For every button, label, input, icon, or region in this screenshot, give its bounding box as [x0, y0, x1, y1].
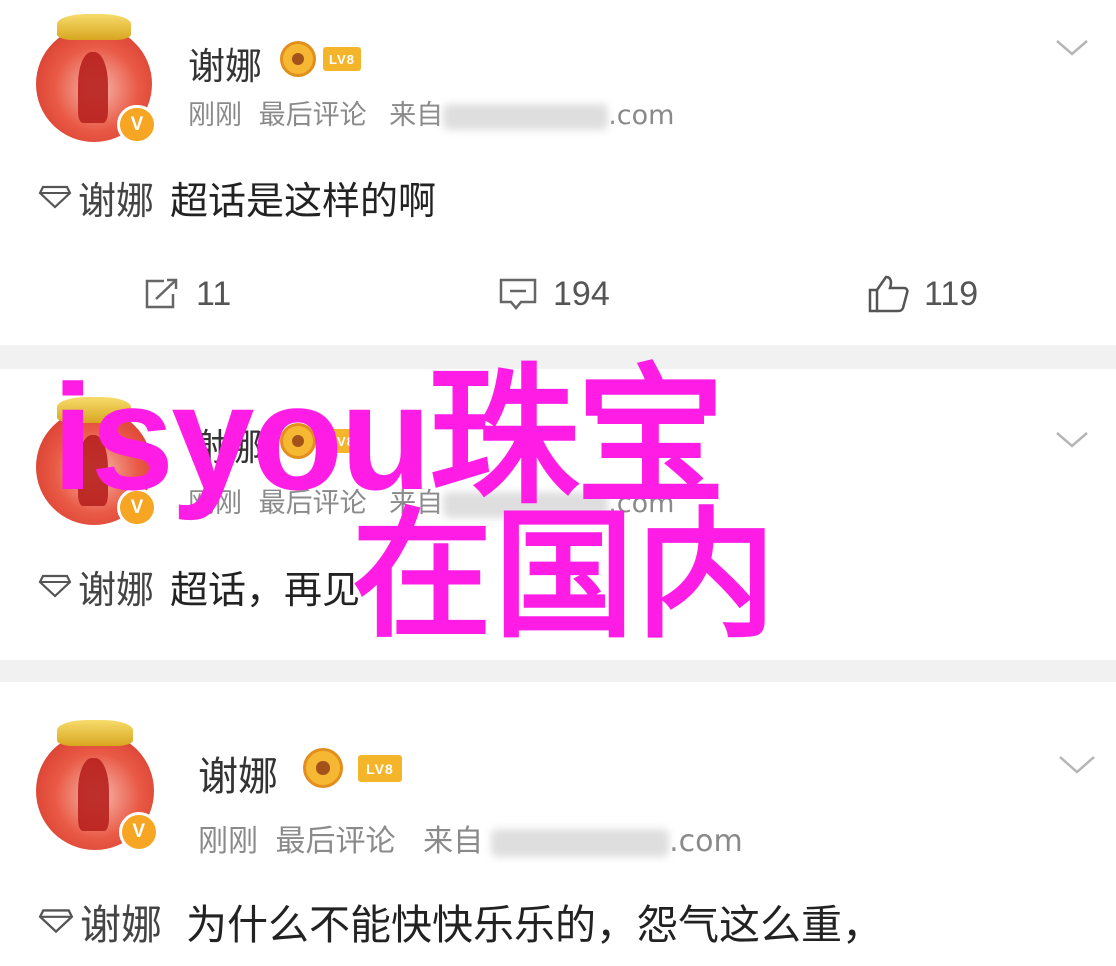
- post-meta: 刚刚 最后评论 来自 .com: [198, 816, 743, 860]
- chevron-down-icon[interactable]: [1058, 754, 1096, 776]
- comment-count: 194: [553, 274, 610, 313]
- super-topic-link[interactable]: 谢娜: [38, 170, 154, 225]
- post-content: 超话，再见: [170, 567, 361, 612]
- post-card: V 谢娜 LV8 刚刚 最后评论 来自 .com 谢娜 超话是这样的啊 11 1…: [0, 0, 1116, 345]
- watermark-title-line1: isyou珠宝: [52, 353, 726, 521]
- comment-icon: [499, 278, 537, 310]
- meta-from: 来自: [423, 824, 484, 859]
- lv-badge: LV8: [358, 755, 402, 782]
- meta-source-suffix: .com: [669, 824, 743, 859]
- post-text: 谢娜 超话，再见: [38, 559, 361, 614]
- meta-action: 最后评论: [275, 824, 396, 859]
- meta-from: 来自: [389, 100, 444, 131]
- like-button[interactable]: 119: [866, 273, 978, 315]
- verified-badge-icon: V: [118, 812, 159, 853]
- meta-time: 刚刚: [188, 100, 242, 131]
- super-topic-label: 谢娜: [78, 178, 155, 223]
- crown-medal-icon: [303, 748, 343, 788]
- super-topic-diamond-icon: [38, 574, 72, 598]
- post-text: 谢娜 超话是这样的啊: [38, 170, 437, 225]
- repost-icon: [145, 278, 178, 309]
- username[interactable]: 谢娜: [188, 36, 262, 90]
- super-topic-link[interactable]: 谢娜: [38, 559, 154, 614]
- post-meta: 刚刚 最后评论 来自 .com: [188, 93, 674, 132]
- comment-button[interactable]: 194: [497, 273, 610, 315]
- super-topic-diamond-icon: [38, 909, 74, 934]
- avatar-figure: [77, 51, 108, 124]
- watermark-title-line2: 在国内: [352, 497, 779, 654]
- crown-decoration-icon: [56, 14, 132, 40]
- post-card: V 谢娜 LV8 刚刚 最后评论 来自 .com 谢娜 为什么不能快快乐乐的，怨气…: [0, 682, 1116, 966]
- verified-badge-icon: V: [117, 104, 157, 145]
- post-text: 谢娜 为什么不能快快乐乐的，怨气这么重，: [38, 891, 883, 951]
- super-topic-diamond-icon: [38, 185, 72, 209]
- avatar-figure: [78, 757, 110, 832]
- meta-action: 最后评论: [258, 100, 367, 131]
- avatar[interactable]: V: [36, 14, 157, 145]
- chevron-down-icon[interactable]: [1055, 430, 1089, 450]
- super-topic-label: 谢娜: [80, 901, 162, 949]
- blurred-source: [491, 828, 670, 857]
- post-separator: [0, 660, 1116, 682]
- crown-medal-icon: [280, 41, 316, 77]
- repost-count: 11: [196, 274, 232, 313]
- username[interactable]: 谢娜: [198, 744, 278, 802]
- avatar[interactable]: V: [36, 720, 159, 853]
- post-content: 超话是这样的啊: [170, 178, 437, 223]
- meta-source-suffix: .com: [608, 100, 675, 131]
- repost-button[interactable]: 11: [142, 273, 231, 315]
- super-topic-label: 谢娜: [78, 567, 155, 612]
- crown-decoration-icon: [57, 720, 133, 747]
- post-content: 为什么不能快快乐乐的，怨气这么重，: [186, 901, 883, 949]
- meta-time: 刚刚: [198, 824, 258, 859]
- chevron-down-icon[interactable]: [1055, 38, 1089, 58]
- lv-badge: LV8: [323, 47, 361, 71]
- blurred-source: [443, 103, 609, 130]
- super-topic-link[interactable]: 谢娜: [38, 891, 162, 951]
- like-count: 119: [924, 274, 979, 313]
- like-icon: [868, 275, 909, 313]
